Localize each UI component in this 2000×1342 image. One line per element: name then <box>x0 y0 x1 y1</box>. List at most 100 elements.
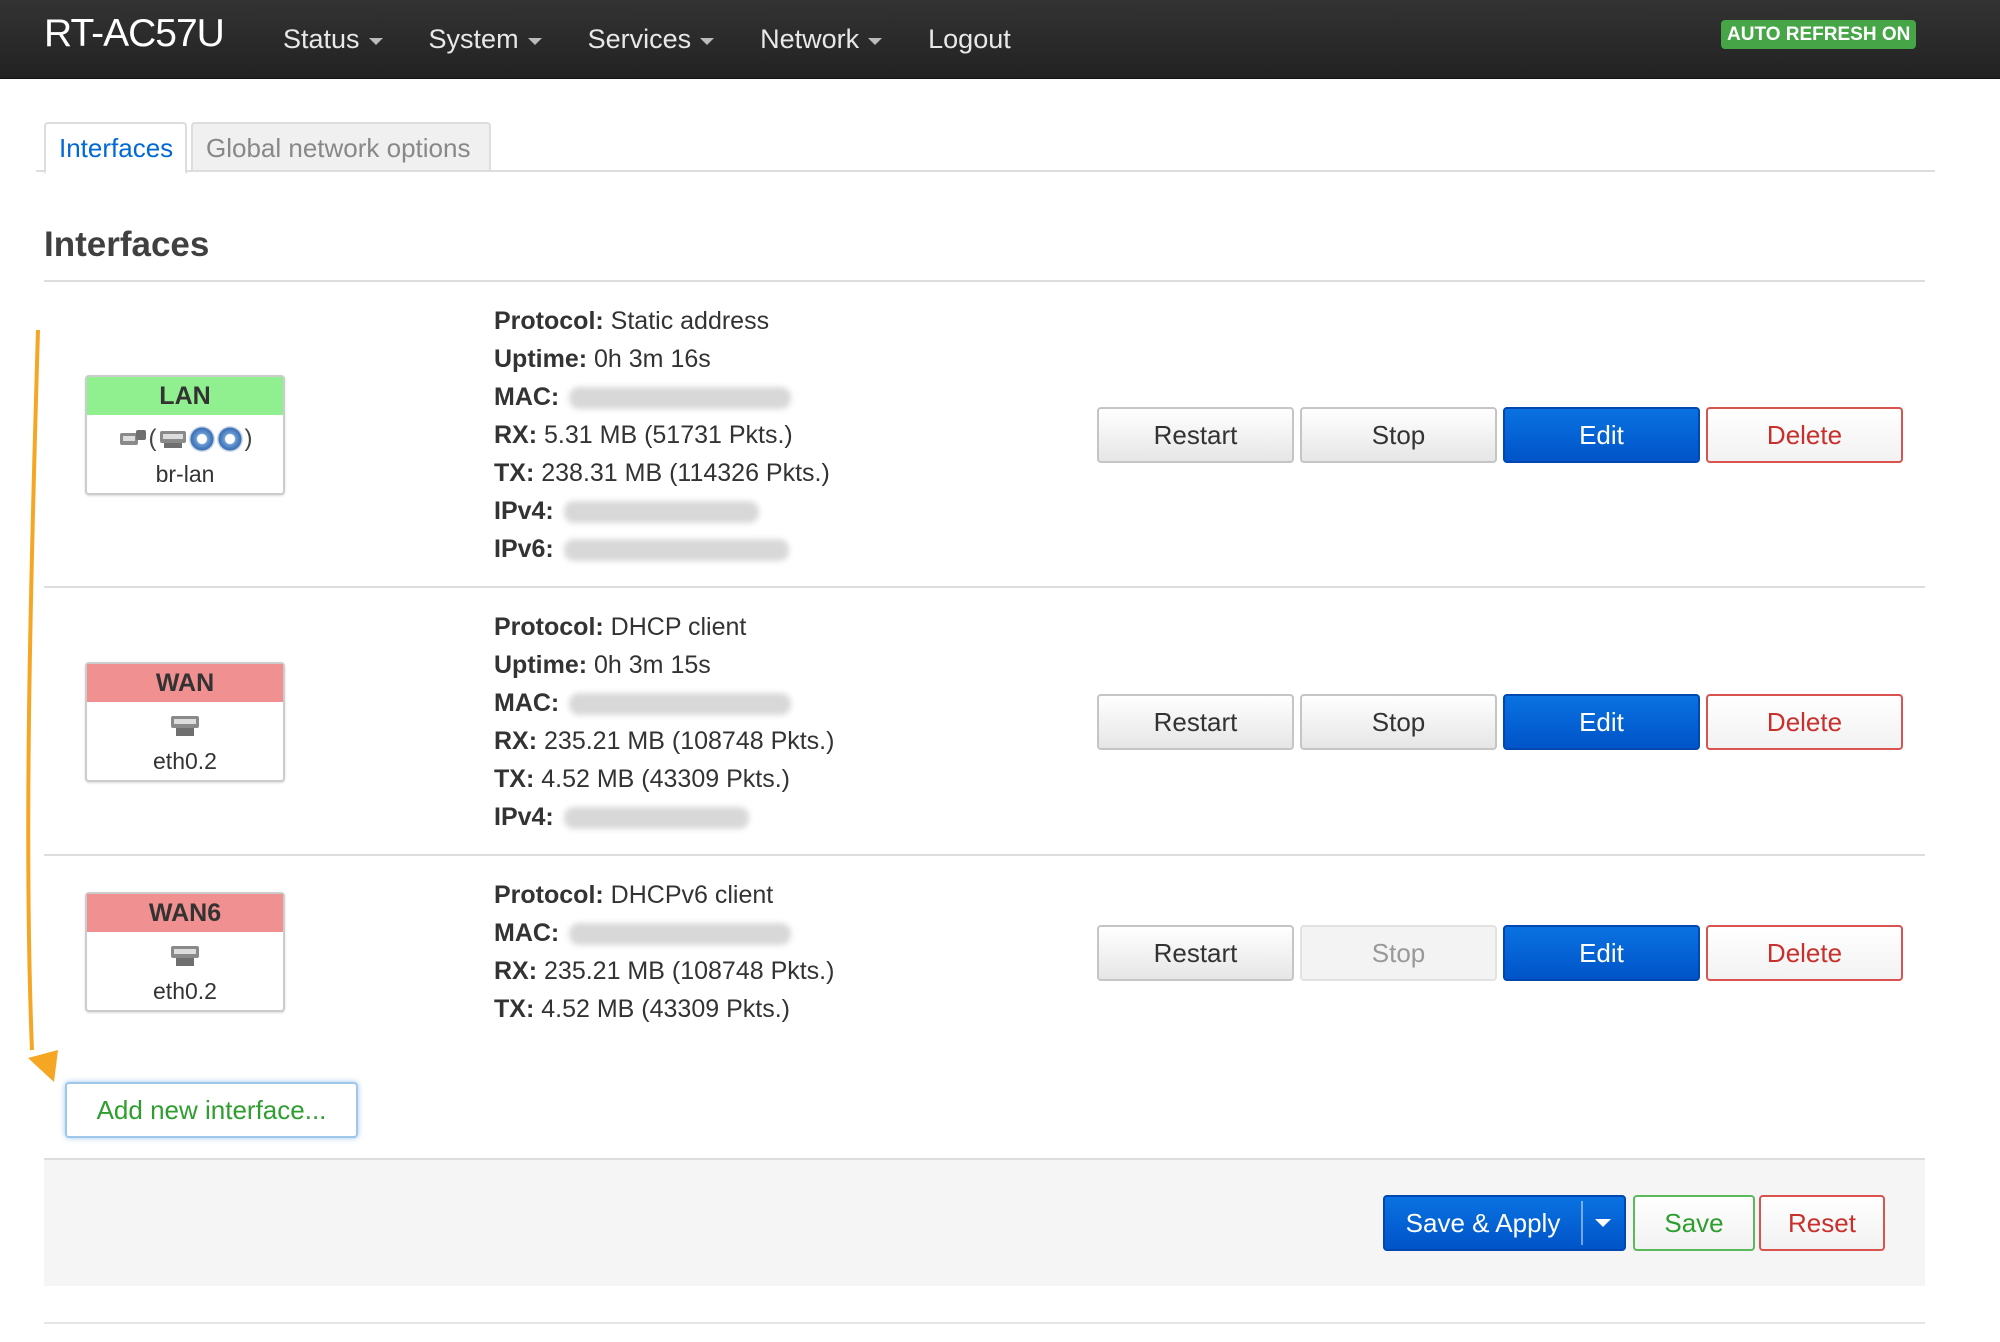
detail-label: RX: <box>494 727 538 755</box>
detail-label: IPv4: <box>494 497 554 525</box>
save-apply-button[interactable]: Save & Apply <box>1383 1195 1626 1251</box>
detail-row: Uptime: 0h 3m 15s <box>494 646 834 684</box>
edit-button[interactable]: Edit <box>1503 407 1700 463</box>
detail-row: Protocol: DHCPv6 client <box>494 876 834 914</box>
detail-row: Protocol: DHCP client <box>494 608 834 646</box>
interface-details-wan6: Protocol: DHCPv6 client MAC: RX: 235.21 … <box>494 876 834 1028</box>
stop-button[interactable]: Stop <box>1300 407 1497 463</box>
detail-label: Protocol: <box>494 307 604 335</box>
detail-label: TX: <box>494 765 535 793</box>
annotation-arrow-icon <box>26 329 58 1082</box>
tab-interfaces[interactable]: Interfaces <box>44 122 187 174</box>
reset-button[interactable]: Reset <box>1759 1195 1885 1251</box>
divider <box>44 280 1925 282</box>
divider <box>44 586 1925 588</box>
interface-device: br-lan <box>155 461 215 487</box>
detail-label: RX: <box>494 957 538 985</box>
interface-name: WAN <box>87 664 283 702</box>
restart-button[interactable]: Restart <box>1097 925 1294 981</box>
detail-value: Static address <box>610 307 770 335</box>
bridge-open-paren-icon: ( <box>148 425 157 452</box>
detail-label: Protocol: <box>494 613 604 641</box>
ethernet-icon <box>171 946 199 966</box>
detail-row: IPv4: <box>494 798 834 836</box>
redacted-value <box>563 807 749 830</box>
detail-value: 235.21 MB (108748 Pkts.) <box>544 727 835 755</box>
wifi-icon <box>216 426 243 452</box>
detail-label: TX: <box>494 995 535 1023</box>
restart-button[interactable]: Restart <box>1097 694 1294 750</box>
interface-badge-wan: WAN eth0.2 <box>85 662 285 782</box>
top-navbar: RT-AC57U Status System Services Network … <box>0 0 2000 79</box>
redacted-value <box>563 539 789 562</box>
detail-row: RX: 235.21 MB (108748 Pkts.) <box>494 952 834 990</box>
detail-row: Protocol: Static address <box>494 302 830 340</box>
detail-row: MAC: <box>494 378 830 416</box>
stop-button-disabled: Stop <box>1300 925 1497 981</box>
interface-name: WAN6 <box>87 894 283 932</box>
interface-badge-wan6: WAN6 eth0.2 <box>85 892 285 1012</box>
ethernet-icon <box>159 431 186 448</box>
stop-button[interactable]: Stop <box>1300 694 1497 750</box>
ethernet-icon <box>171 716 199 736</box>
interface-name: LAN <box>87 377 283 415</box>
restart-button[interactable]: Restart <box>1097 407 1294 463</box>
edit-button[interactable]: Edit <box>1503 925 1700 981</box>
delete-button[interactable]: Delete <box>1706 925 1903 981</box>
bridge-close-paren-icon: ) <box>244 425 253 452</box>
detail-row: RX: 235.21 MB (108748 Pkts.) <box>494 722 834 760</box>
save-button[interactable]: Save <box>1633 1195 1755 1251</box>
detail-label: Uptime: <box>494 345 588 373</box>
nav-network-menu[interactable]: Network <box>760 24 883 55</box>
caret-down-icon <box>527 37 542 45</box>
caret-down-icon[interactable] <box>1595 1219 1611 1227</box>
detail-value: 238.31 MB (114326 Pkts.) <box>541 459 830 487</box>
detail-row: MAC: <box>494 914 834 952</box>
divider <box>44 1322 1925 1324</box>
nav-logout-link[interactable]: Logout <box>928 24 1011 55</box>
detail-label: RX: <box>494 421 538 449</box>
wifi-icon <box>188 426 215 452</box>
detail-label: MAC: <box>494 919 560 947</box>
detail-label: Uptime: <box>494 651 588 679</box>
redacted-value <box>569 387 792 410</box>
auto-refresh-toggle[interactable]: AUTO REFRESH ON <box>1721 20 1917 49</box>
interface-device-icons <box>87 706 283 746</box>
interface-device: eth0.2 <box>153 748 217 774</box>
nav-system-menu[interactable]: System <box>429 24 542 55</box>
delete-button[interactable]: Delete <box>1706 407 1903 463</box>
detail-label: IPv6: <box>494 535 554 563</box>
detail-value: 4.52 MB (43309 Pkts.) <box>541 765 790 793</box>
brand-title[interactable]: RT-AC57U <box>44 12 225 56</box>
tab-global-network-options[interactable]: Global network options <box>191 122 491 172</box>
nav-services-menu[interactable]: Services <box>588 24 715 55</box>
edit-button[interactable]: Edit <box>1503 694 1700 750</box>
nav-logout-label: Logout <box>928 24 1011 54</box>
detail-label: TX: <box>494 459 535 487</box>
detail-value: 4.52 MB (43309 Pkts.) <box>541 995 790 1023</box>
detail-value: 235.21 MB (108748 Pkts.) <box>544 957 835 985</box>
redacted-value <box>569 923 792 946</box>
interface-details-lan: Protocol: Static address Uptime: 0h 3m 1… <box>494 302 830 568</box>
detail-row: TX: 238.31 MB (114326 Pkts.) <box>494 454 830 492</box>
detail-row: TX: 4.52 MB (43309 Pkts.) <box>494 990 834 1028</box>
redacted-value <box>569 693 792 716</box>
tab-bar: Interfaces Global network options <box>36 122 1935 174</box>
detail-row: RX: 5.31 MB (51731 Pkts.) <box>494 416 830 454</box>
redacted-value <box>563 501 759 524</box>
detail-row: IPv6: <box>494 530 830 568</box>
detail-value: 5.31 MB (51731 Pkts.) <box>544 421 793 449</box>
detail-label: MAC: <box>494 689 560 717</box>
detail-value: DHCP client <box>610 613 747 641</box>
interface-device-icons: ( ) <box>87 419 283 459</box>
main-nav: Status System Services Network Logout <box>283 0 1057 79</box>
detail-label: IPv4: <box>494 803 554 831</box>
caret-down-icon <box>700 37 715 45</box>
nav-status-menu[interactable]: Status <box>283 24 383 55</box>
interface-device: eth0.2 <box>153 978 217 1004</box>
detail-value: DHCPv6 client <box>610 881 774 909</box>
page-title: Interfaces <box>44 225 210 264</box>
caret-down-icon <box>368 37 383 45</box>
add-new-interface-button[interactable]: Add new interface... <box>65 1082 358 1138</box>
delete-button[interactable]: Delete <box>1706 694 1903 750</box>
